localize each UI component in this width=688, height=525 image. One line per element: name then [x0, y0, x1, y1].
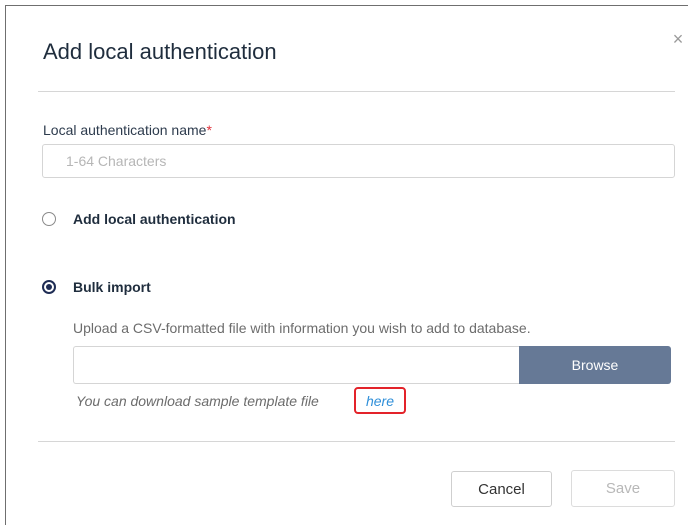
local-authentication-name-input[interactable] — [42, 144, 675, 178]
footer-divider — [38, 441, 675, 442]
radio-bulk-import[interactable] — [42, 280, 56, 294]
download-template-note: You can download sample template file — [76, 393, 319, 409]
radio-option-bulk-import[interactable]: Bulk import — [42, 279, 151, 295]
cancel-button[interactable]: Cancel — [451, 471, 552, 507]
name-field-label: Local authentication name* — [43, 122, 212, 138]
download-template-link[interactable]: here — [354, 387, 406, 414]
dialog-title: Add local authentication — [43, 39, 277, 64]
radio-label-add-local-authentication: Add local authentication — [73, 211, 236, 227]
upload-hint-text: Upload a CSV-formatted file with informa… — [73, 320, 531, 336]
radio-label-bulk-import: Bulk import — [73, 279, 151, 295]
save-button[interactable]: Save — [571, 470, 675, 507]
radio-add-local-authentication[interactable] — [42, 212, 56, 226]
radio-option-add-local-authentication[interactable]: Add local authentication — [42, 211, 236, 227]
browse-button[interactable]: Browse — [519, 346, 671, 384]
name-field-label-text: Local authentication name — [43, 122, 207, 138]
add-local-authentication-dialog: × Add local authentication Local authent… — [5, 5, 688, 525]
header-divider — [38, 91, 675, 92]
close-icon[interactable]: × — [669, 30, 687, 48]
required-asterisk: * — [206, 122, 212, 138]
file-path-field[interactable] — [73, 346, 519, 384]
